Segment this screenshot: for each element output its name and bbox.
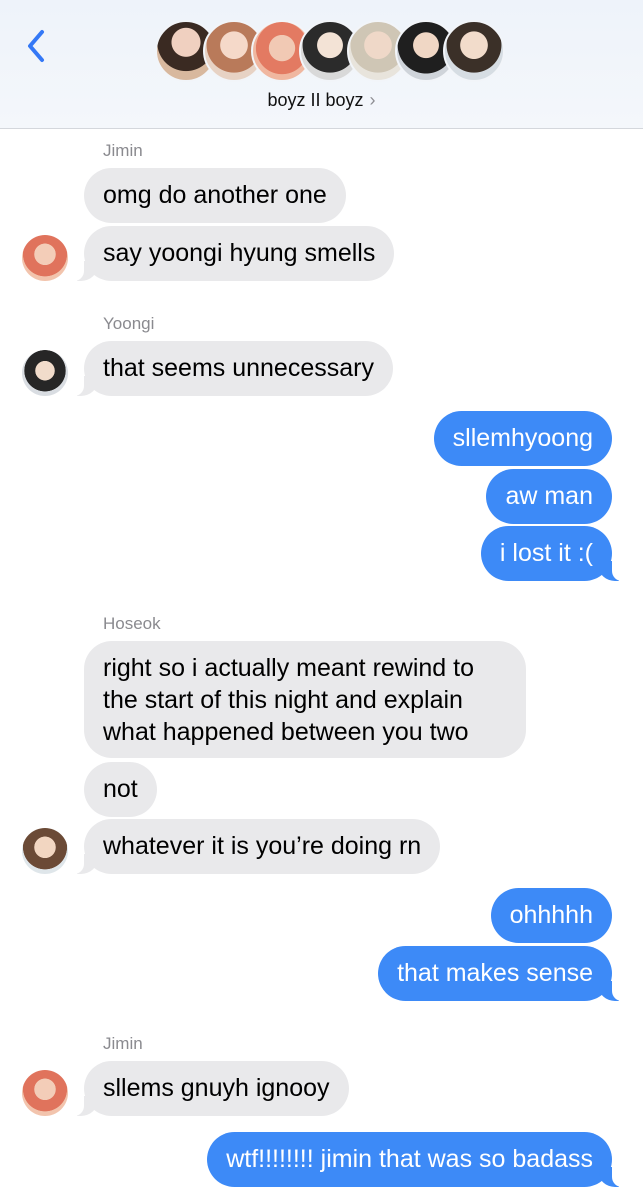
message-bubble-incoming[interactable]: omg do another one [84, 168, 346, 223]
message-text: that makes sense [397, 959, 593, 987]
sender-name: Jimin [103, 141, 143, 160]
sender-name: Yoongi [103, 314, 155, 333]
message-text: whatever it is you’re doing rn [103, 832, 422, 860]
message-bubble-outgoing[interactable]: wtf!!!!!!!! jimin that was so badass [207, 1132, 632, 1187]
message-text: sllemhyoong [452, 424, 593, 452]
message-bubble-incoming[interactable]: that seems unnecessary [64, 341, 393, 396]
chevron-right-icon: › [369, 90, 376, 110]
message-bubble-incoming[interactable]: right so i actually meant rewind to the … [84, 641, 526, 758]
message-text: aw man [505, 482, 593, 510]
message-text: say yoongi hyung smells [103, 239, 376, 267]
sender-avatar[interactable] [22, 828, 68, 874]
sender-avatar[interactable] [22, 1070, 68, 1116]
message-bubble-incoming[interactable]: whatever it is you’re doing rn [63, 819, 441, 874]
message-bubble-incoming[interactable]: say yoongi hyung smells [63, 226, 395, 281]
message-bubble-incoming[interactable]: sllems gnuyh ignooy [64, 1061, 349, 1116]
back-chevron-icon[interactable] [22, 28, 52, 64]
message-bubble-outgoing[interactable]: aw man [486, 469, 612, 524]
message-bubble-incoming[interactable]: not [84, 762, 157, 817]
message-text: not [103, 775, 138, 803]
message-text: wtf!!!!!!!! jimin that was so badass [226, 1145, 593, 1173]
group-name-button[interactable]: boyz II boyz › [0, 90, 643, 111]
conversation-header: boyz II boyz › [0, 0, 643, 129]
message-bubble-outgoing[interactable]: i lost it :( [480, 526, 633, 581]
sender-avatar[interactable] [22, 235, 68, 281]
message-bubble-outgoing[interactable]: that makes sense [378, 946, 632, 1001]
group-name: boyz II boyz [267, 90, 364, 110]
message-text: i lost it :( [499, 539, 593, 567]
message-text: that seems unnecessary [103, 354, 374, 382]
member-avatar-7 [443, 20, 505, 82]
sender-name: Hoseok [103, 614, 161, 633]
message-text: sllems gnuyh ignooy [103, 1074, 330, 1102]
message-text: omg do another one [103, 181, 327, 209]
message-bubble-outgoing[interactable]: sllemhyoong [433, 411, 612, 466]
message-bubble-outgoing[interactable]: ohhhhh [490, 888, 612, 943]
message-text: ohhhhh [509, 901, 593, 929]
sender-name: Jimin [103, 1034, 143, 1053]
sender-avatar[interactable] [22, 350, 68, 396]
message-text: right so i actually meant rewind to the … [103, 654, 475, 746]
group-avatars[interactable] [155, 20, 505, 84]
